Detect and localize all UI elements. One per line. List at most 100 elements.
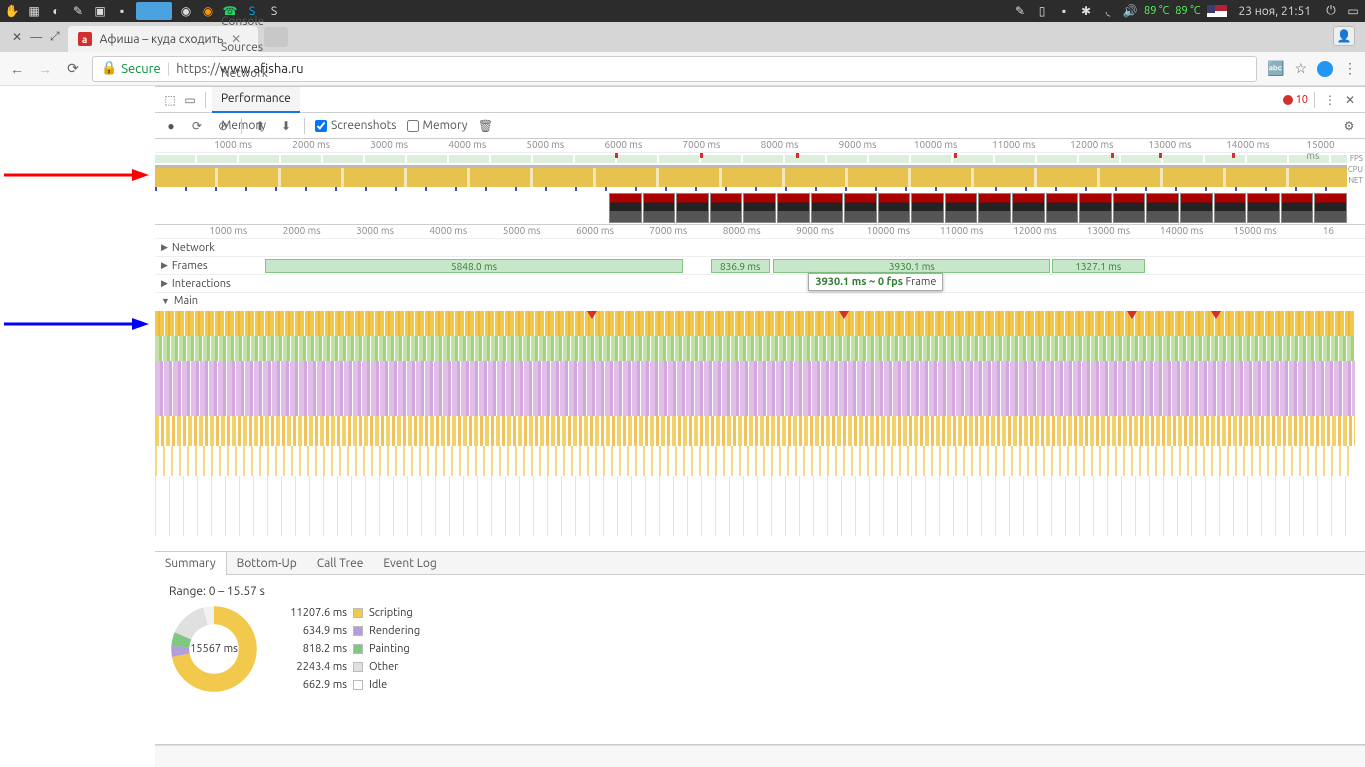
overview-timeline[interactable]: 1000 ms2000 ms3000 ms4000 ms5000 ms6000 …: [155, 139, 1365, 225]
devtools-tab-console[interactable]: Console: [212, 9, 300, 35]
tab-title: Афиша – куда сходить: [100, 33, 224, 46]
summary-tab-summary[interactable]: Summary: [155, 551, 227, 575]
settings-gear-icon[interactable]: ⚙: [1341, 118, 1357, 134]
app-icon[interactable]: ◐: [48, 3, 64, 19]
record-button[interactable]: ●: [163, 118, 179, 134]
flame-chart[interactable]: [155, 311, 1355, 551]
ruler-tick: 12000 ms: [1070, 139, 1113, 150]
extension-icon[interactable]: [1317, 61, 1333, 77]
screenshot-thumb[interactable]: [643, 193, 676, 223]
ruler-tick: 9000 ms: [839, 139, 877, 150]
monitor-icon[interactable]: ▭: [1345, 3, 1361, 19]
screenshot-thumb[interactable]: [676, 193, 709, 223]
frame-segment[interactable]: 1327.1 ms: [1052, 259, 1146, 273]
screenshot-thumb[interactable]: [1314, 193, 1347, 223]
screenshot-thumb[interactable]: [609, 193, 642, 223]
chrome-active-icon[interactable]: [136, 2, 172, 20]
devtools-tab-performance[interactable]: Performance: [212, 87, 300, 113]
bookmark-star-icon[interactable]: ☆: [1294, 60, 1307, 77]
battery-icon[interactable]: ▯: [1034, 3, 1050, 19]
main-thread-track[interactable]: ▼Main: [155, 293, 1365, 551]
frame-segment[interactable]: 3930.1 ms: [773, 259, 1050, 273]
editor-icon[interactable]: ✎: [70, 3, 86, 19]
screenshot-thumb[interactable]: [1012, 193, 1045, 223]
browser-tab-strip: ✕ ― ⤢ a Афиша – куда сходить ✕ 👤: [0, 22, 1365, 52]
chrome-icon[interactable]: ◉: [178, 3, 194, 19]
calculator-icon[interactable]: ▦: [26, 3, 42, 19]
frame-segment[interactable]: 5848.0 ms: [265, 259, 683, 273]
tablet-icon[interactable]: ✎: [1012, 3, 1028, 19]
screenshot-thumb[interactable]: [911, 193, 944, 223]
back-button[interactable]: ←: [8, 60, 26, 78]
screenshot-thumb[interactable]: [710, 193, 743, 223]
screenshot-thumb[interactable]: [844, 193, 877, 223]
maximize-icon[interactable]: ⤢: [50, 30, 60, 44]
save-profile-button[interactable]: ⬇: [278, 118, 294, 134]
devtools-tab-elements[interactable]: Elements: [212, 0, 300, 9]
temperature-1: 89 °C: [1144, 5, 1169, 17]
menu-icon[interactable]: ⋮: [1343, 60, 1357, 77]
start-menu-icon[interactable]: ✋: [4, 3, 20, 19]
screenshot-thumb[interactable]: [777, 193, 810, 223]
ruler-tick: 4000 ms: [429, 225, 467, 236]
screenshot-thumb[interactable]: [743, 193, 776, 223]
wifi-icon[interactable]: ◟: [1100, 3, 1116, 19]
ruler-tick: 16: [1323, 225, 1334, 236]
reload-record-button[interactable]: ⟳: [189, 118, 205, 134]
load-profile-button[interactable]: ⬆: [252, 118, 268, 134]
memory-checkbox[interactable]: Memory: [407, 119, 468, 132]
secure-indicator[interactable]: 🔒 Secure: [101, 61, 161, 76]
close-icon[interactable]: ✕: [12, 30, 22, 44]
devtools-close-icon[interactable]: ✕: [1341, 91, 1359, 109]
ruler-tick: 10000 ms: [914, 139, 957, 150]
screenshot-thumb[interactable]: [878, 193, 911, 223]
summary-tab-bottom-up[interactable]: Bottom-Up: [227, 551, 307, 575]
devtools-panel: ⬚ ▭ ElementsConsoleSourcesNetworkPerform…: [155, 86, 1365, 767]
screenshot-thumb[interactable]: [1214, 193, 1247, 223]
profile-avatar[interactable]: 👤: [1333, 26, 1355, 46]
devtools-tab-sources[interactable]: Sources: [212, 35, 300, 61]
device-toggle-icon[interactable]: ▭: [181, 91, 199, 109]
terminal-icon[interactable]: ▪: [114, 3, 130, 19]
frames-track[interactable]: ▶Frames 5848.0 ms836.9 ms3930.1 ms1327.1…: [155, 257, 1365, 275]
clear-button[interactable]: ⊘: [215, 118, 231, 134]
screenshot-thumb[interactable]: [945, 193, 978, 223]
screenshot-thumb[interactable]: [1180, 193, 1213, 223]
screenshot-thumb[interactable]: [1281, 193, 1314, 223]
power-icon[interactable]: ⏻: [1323, 3, 1339, 19]
devtools-tab-network[interactable]: Network: [212, 61, 300, 87]
ruler-tick: 1000 ms: [209, 225, 247, 236]
tray-term-icon[interactable]: ▪: [1056, 3, 1072, 19]
network-track[interactable]: ▶Network: [155, 239, 1365, 257]
bluetooth-icon[interactable]: ✱: [1078, 3, 1094, 19]
legend-row: 11207.6 msScripting: [277, 604, 420, 622]
minimize-icon[interactable]: ―: [30, 31, 42, 44]
screenshot-thumb[interactable]: [978, 193, 1011, 223]
screenshot-thumb[interactable]: [1146, 193, 1179, 223]
reload-button[interactable]: ⟳: [64, 60, 82, 78]
summary-tab-call-tree[interactable]: Call Tree: [307, 551, 374, 575]
clock[interactable]: 23 ноя, 21:51: [1239, 5, 1312, 18]
screenshot-thumb[interactable]: [1079, 193, 1112, 223]
inspect-element-icon[interactable]: ⬚: [161, 91, 179, 109]
ruler-tick: 10000 ms: [867, 225, 910, 236]
screenshot-thumb[interactable]: [1113, 193, 1146, 223]
summary-tab-event-log[interactable]: Event Log: [373, 551, 446, 575]
screenshots-checkbox[interactable]: Screenshots: [315, 119, 397, 132]
legend-row: 2243.4 msOther: [277, 658, 420, 676]
ruler-tick: 2000 ms: [283, 225, 321, 236]
volume-icon[interactable]: 🔊: [1122, 3, 1138, 19]
console-error-badge[interactable]: 10: [1283, 94, 1308, 106]
screenshot-thumb[interactable]: [1046, 193, 1079, 223]
files-icon[interactable]: ▣: [92, 3, 108, 19]
ruler-tick: 13000 ms: [1148, 139, 1191, 150]
translate-icon[interactable]: 🔤: [1267, 60, 1284, 77]
keyboard-layout-flag[interactable]: [1207, 5, 1227, 17]
screenshot-thumb[interactable]: [1247, 193, 1280, 223]
gc-button[interactable]: 🗑: [478, 118, 494, 134]
summary-range: Range: 0 – 15.57 s: [169, 585, 1351, 598]
frame-segment[interactable]: 836.9 ms: [711, 259, 770, 273]
screenshot-thumb[interactable]: [811, 193, 844, 223]
interactions-track[interactable]: ▶Interactions 3930.1 ms ~ 0 fps Frame: [155, 275, 1365, 293]
devtools-menu-icon[interactable]: ⋮: [1321, 91, 1339, 109]
